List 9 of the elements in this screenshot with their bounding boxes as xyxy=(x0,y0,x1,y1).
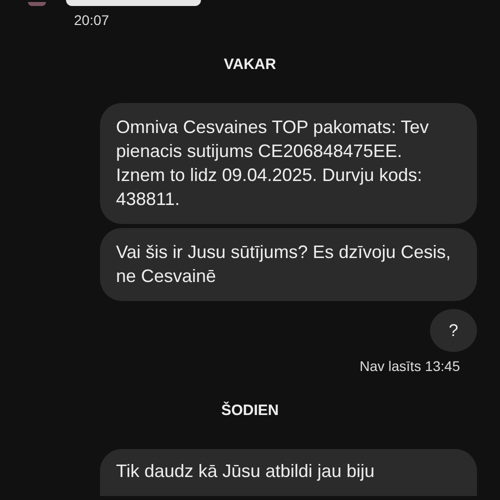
message-bubble: Omniva Cesvaines TOP pakomats: Tev pienacis sutijums CE206848475EE. Iznem to lidz 09.04.2025. Durvju kods: 438811. xyxy=(100,103,477,224)
message-bubble: Tik daudz kā Jūsu atbildi jau biju xyxy=(100,449,477,496)
day-separator: VAKAR xyxy=(224,56,276,73)
message-time: 20:07 xyxy=(74,12,110,28)
avatar xyxy=(28,2,46,6)
day-separator: ŠODIEN xyxy=(221,402,279,419)
message-bubble: Vai šis ir Jusu sūtījums? Es dzīvoju Cesis, ne Cesvainē xyxy=(100,228,477,301)
message-time: Nav lasīts 13:45 xyxy=(360,358,460,374)
message-bubble: ? xyxy=(430,309,477,352)
